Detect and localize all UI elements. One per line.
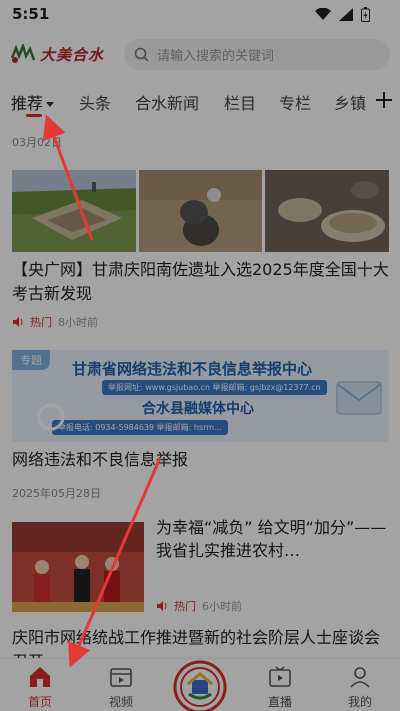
article-date: 03月02日 (12, 136, 62, 149)
dropdown-caret-icon (46, 102, 55, 107)
decor-circle-icon (37, 403, 65, 431)
search-placeholder: 请输入搜索的关键词 (157, 49, 275, 64)
status-bar: 5:51 (0, 0, 400, 30)
tab-label: 推荐 (11, 94, 44, 113)
article-image-pottery (265, 170, 390, 252)
article-title[interactable]: 庆阳市网络统战工作推进暨新的社会阶层人士座谈会召开 (12, 626, 389, 658)
tab-heshui-news[interactable]: 合水新闻 (135, 90, 199, 114)
tab-recommend[interactable]: 推荐 (11, 90, 55, 114)
signal-icon (339, 8, 353, 21)
banner-subline: 举报网址: www.gsjubao.cn 举报邮箱: gsjbzx@12377.… (102, 380, 327, 395)
news-feed: 03月02日 【央广网】甘肃庆阳南佐遗址入选2025年度全国十大考古新发现 热门… (0, 122, 400, 658)
tab-columns[interactable]: 栏目 (224, 90, 256, 114)
nav-home[interactable]: 首页 (5, 659, 75, 711)
hot-badge: 热门 (174, 600, 196, 613)
article-meta: 热门 8小时前 (12, 314, 98, 330)
banner-contact: 举报电话: 0934-5984639 举报邮箱: hsrm... (52, 420, 228, 435)
envelope-icon (336, 381, 382, 415)
search-icon (134, 47, 149, 62)
nav-label: 直播 (267, 695, 292, 709)
video-icon (110, 668, 132, 687)
status-time: 5:51 (12, 5, 50, 23)
live-icon (269, 666, 291, 687)
logo-text: 大美合水 (40, 45, 105, 64)
search-input[interactable]: 请输入搜索的关键词 (124, 39, 390, 70)
article-title[interactable]: 【央广网】甘肃庆阳南佐遗址入选2025年度全国十大考古新发现 (12, 258, 389, 306)
add-channel-icon[interactable] (374, 90, 394, 110)
battery-icon (361, 7, 370, 22)
category-tabs: 推荐 头条 合水新闻 栏目 专栏 乡镇 (0, 80, 400, 122)
article-image-row[interactable] (12, 170, 390, 252)
article-meta: 热门 6小时前 (156, 598, 242, 614)
tab-headlines[interactable]: 头条 (79, 90, 111, 114)
banner-title: 甘肃省网络违法和不良信息举报中心 (72, 360, 313, 378)
article-title[interactable]: 为幸福“减负” 给文明“加分”——我省扎实推进农村… (156, 516, 390, 562)
article-image-site (12, 170, 136, 252)
status-icons (315, 7, 370, 22)
hot-badge: 热门 (30, 316, 52, 329)
tab-special[interactable]: 专栏 (279, 90, 311, 114)
wifi-icon (315, 8, 331, 20)
app-logo: 大美合水 (10, 42, 115, 66)
banner-org: 合水县融媒体中心 (142, 401, 254, 417)
article-thumbnail[interactable] (12, 522, 144, 612)
speaker-icon (157, 601, 167, 611)
article-title[interactable]: 网络违法和不良信息举报 (12, 448, 188, 472)
article-time: 8小时前 (58, 316, 98, 329)
nav-video[interactable]: 视频 (86, 659, 156, 711)
nav-profile[interactable]: 我的 (325, 659, 395, 711)
app-header: 大美合水 请输入搜索的关键词 (0, 30, 400, 78)
user-icon (350, 667, 370, 688)
article-date: 2025年05月28日 (12, 487, 101, 500)
speaker-icon (13, 317, 23, 327)
tab-towns[interactable]: 乡镇 (334, 90, 366, 114)
active-tab-indicator (26, 114, 42, 117)
article-image-excavation (138, 170, 263, 252)
report-center-banner[interactable]: 专题 甘肃省网络违法和不良信息举报中心 举报网址: www.gsjubao.cn… (12, 350, 389, 442)
nav-label: 首页 (27, 695, 52, 709)
home-icon (30, 667, 50, 687)
logo-mark-icon (10, 44, 36, 63)
nav-label: 视频 (108, 695, 133, 709)
nav-label: 我的 (347, 695, 372, 709)
special-topic-tag: 专题 (12, 350, 50, 370)
center-logo-button[interactable] (173, 660, 227, 711)
article-time: 6小时前 (202, 600, 242, 613)
center-logo-icon (173, 660, 227, 711)
nav-live[interactable]: 直播 (245, 659, 315, 711)
